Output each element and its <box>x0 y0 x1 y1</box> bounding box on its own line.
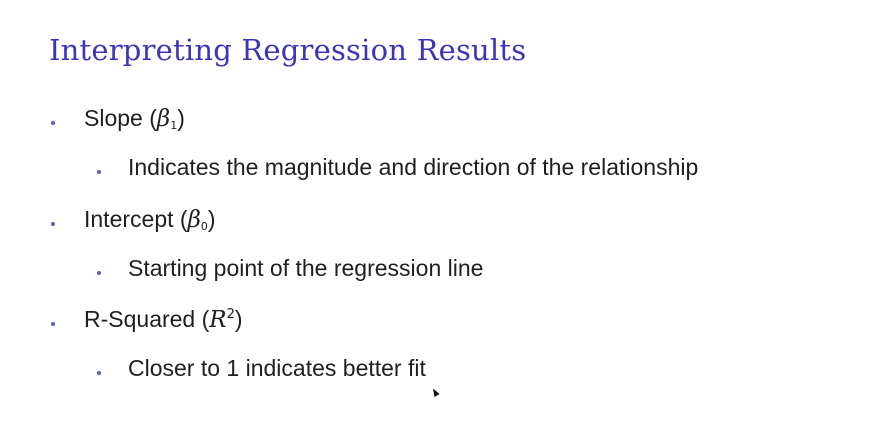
slide: Interpreting Regression Results Slope (β… <box>0 0 881 427</box>
sub-item-intercept: Starting point of the regression line <box>128 255 484 281</box>
math-symbol: R <box>209 307 227 333</box>
list-item-intercept: Intercept (β0) <box>84 206 216 233</box>
math-subscript: 0 <box>200 220 208 233</box>
math-superscript: 2 <box>226 307 235 322</box>
item-label: Intercept <box>84 206 174 232</box>
item-label: Slope <box>84 105 143 131</box>
slide-title: Interpreting Regression Results <box>49 33 527 67</box>
list-item-r-squared: R-Squared (R2) <box>84 306 243 333</box>
sub-item-r-squared: Closer to 1 indicates better fit <box>128 355 426 381</box>
bullet-intercept <box>51 222 55 226</box>
bullet-slope <box>51 121 55 125</box>
sub-bullet-r-squared <box>97 371 101 375</box>
sub-item-slope: Indicates the magnitude and direction of… <box>128 154 699 180</box>
sub-bullet-intercept <box>97 271 101 275</box>
item-label: R-Squared <box>84 306 196 332</box>
mouse-cursor-icon <box>430 387 440 397</box>
math-symbol: β <box>187 207 201 233</box>
list-item-slope: Slope (β1) <box>84 105 185 132</box>
math-symbol: β <box>156 106 171 132</box>
bullet-r-squared <box>51 322 55 326</box>
sub-bullet-slope <box>97 170 101 174</box>
